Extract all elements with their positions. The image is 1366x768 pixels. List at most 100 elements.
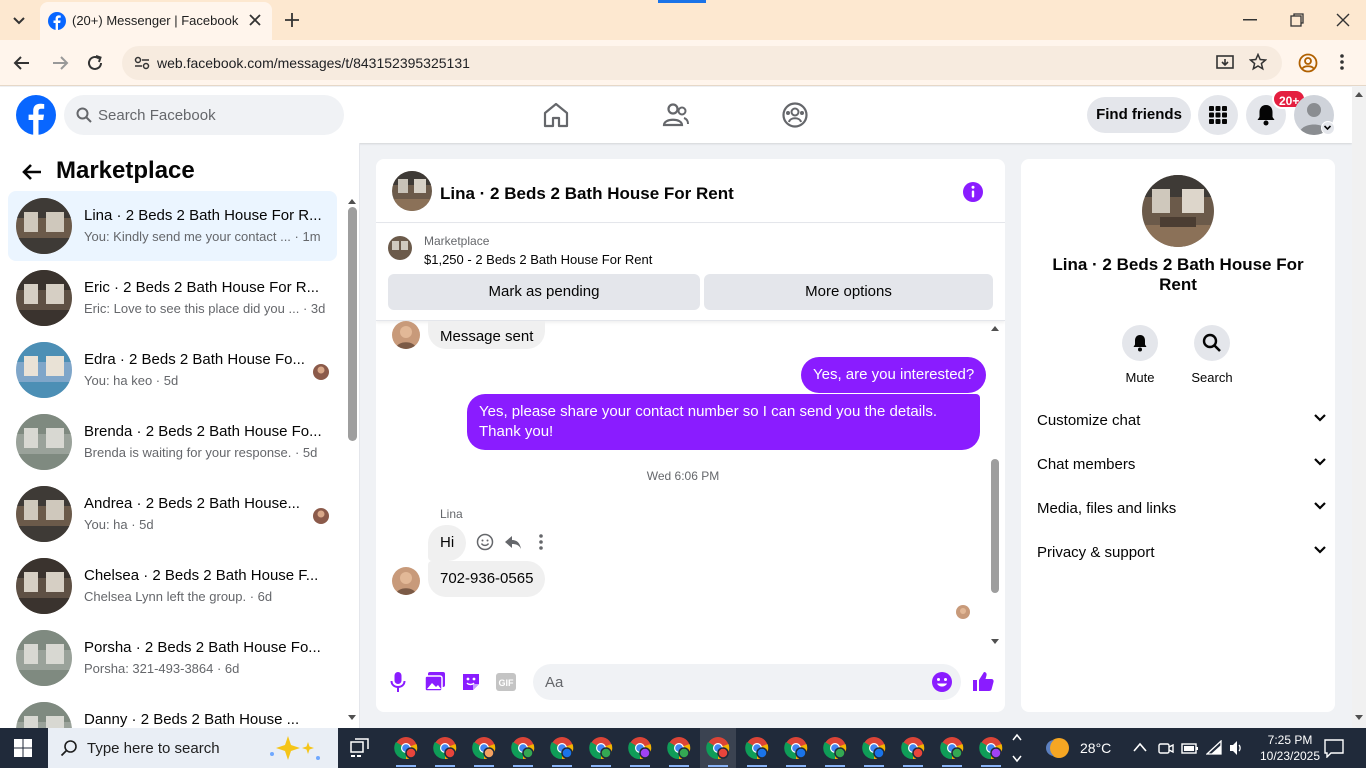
photo-attach-icon[interactable] bbox=[424, 671, 446, 693]
meet-now-icon[interactable] bbox=[1158, 740, 1174, 756]
more-options-button[interactable]: More options bbox=[704, 274, 993, 310]
chrome-app-icon[interactable] bbox=[901, 736, 925, 760]
notification-center-icon[interactable] bbox=[1324, 738, 1344, 758]
chrome-app-icon[interactable] bbox=[589, 736, 613, 760]
chrome-app-icon[interactable] bbox=[667, 736, 691, 760]
thumbs-up-icon[interactable] bbox=[972, 670, 994, 692]
tab-list-icon[interactable] bbox=[10, 12, 28, 28]
url-text[interactable]: web.facebook.com/messages/t/843152395325… bbox=[157, 55, 470, 71]
windows-start-icon[interactable] bbox=[14, 739, 32, 757]
gif-icon[interactable]: GIF bbox=[496, 673, 516, 691]
chat-title[interactable]: Lina · 2 Beds 2 Bath House For Rent bbox=[440, 184, 734, 204]
chrome-app-icon[interactable] bbox=[550, 736, 574, 760]
back-arrow-icon[interactable] bbox=[22, 163, 42, 181]
show-hidden-icons-icon[interactable] bbox=[1133, 742, 1147, 752]
thread-scroll-down-icon[interactable] bbox=[990, 639, 1000, 645]
weather-icon[interactable] bbox=[1046, 736, 1072, 760]
taskbar-search[interactable]: Type here to search bbox=[48, 728, 338, 768]
weather-temperature[interactable]: 28°C bbox=[1080, 740, 1111, 756]
chrome-app-icon[interactable] bbox=[940, 736, 964, 760]
reload-icon[interactable] bbox=[86, 54, 104, 72]
outgoing-message-2[interactable]: Yes, please share your contact number so… bbox=[467, 394, 980, 450]
browser-menu-icon[interactable] bbox=[1340, 53, 1344, 71]
clock[interactable]: 7:25 PM 10/23/2025 bbox=[1258, 732, 1322, 764]
new-tab-icon[interactable] bbox=[284, 12, 300, 28]
scroll-up-arrow-icon[interactable] bbox=[347, 198, 357, 204]
mark-as-pending-button[interactable]: Mark as pending bbox=[388, 274, 700, 310]
volume-icon[interactable] bbox=[1229, 740, 1245, 756]
close-window-icon[interactable] bbox=[1336, 13, 1350, 27]
chrome-app-icon[interactable] bbox=[784, 736, 808, 760]
chrome-app-icon[interactable] bbox=[979, 736, 1003, 760]
sender-avatar[interactable] bbox=[392, 567, 420, 595]
page-scrollbar[interactable] bbox=[1352, 87, 1366, 728]
thread-scrollbar-thumb[interactable] bbox=[991, 459, 999, 593]
forward-icon[interactable] bbox=[51, 54, 69, 72]
address-bar[interactable]: web.facebook.com/messages/t/843152395325… bbox=[122, 46, 1282, 80]
conversation-item[interactable]: Andrea · 2 Beds 2 Bath House... You: ha ·… bbox=[8, 479, 337, 549]
listing-title[interactable]: $1,250 - 2 Beds 2 Bath House For Rent bbox=[424, 252, 652, 267]
task-view-icon[interactable] bbox=[350, 738, 370, 758]
chrome-app-icon[interactable] bbox=[394, 736, 418, 760]
browser-tab-messenger[interactable]: (20+) Messenger | Facebook bbox=[40, 2, 272, 40]
conversation-item[interactable]: Eric · 2 Beds 2 Bath House For R... Eric:… bbox=[8, 263, 337, 333]
chrome-app-icon[interactable] bbox=[433, 736, 457, 760]
message-sent-bubble[interactable]: Message sent bbox=[428, 321, 546, 349]
emoji-picker-icon[interactable] bbox=[931, 671, 953, 693]
sticker-icon[interactable] bbox=[460, 671, 482, 693]
incoming-message-1[interactable]: Hi bbox=[428, 525, 467, 561]
menu-grid-button[interactable] bbox=[1198, 95, 1238, 135]
chrome-app-icon[interactable] bbox=[706, 736, 730, 760]
search-in-chat-button[interactable]: Search bbox=[1182, 325, 1242, 385]
battery-icon[interactable] bbox=[1181, 740, 1199, 756]
find-friends-button[interactable]: Find friends bbox=[1087, 97, 1191, 133]
chrome-app-icon[interactable] bbox=[862, 736, 886, 760]
list-scrollbar-thumb[interactable] bbox=[348, 207, 357, 441]
sender-avatar[interactable] bbox=[392, 321, 420, 349]
site-info-icon[interactable] bbox=[134, 56, 150, 70]
close-tab-icon[interactable] bbox=[248, 13, 262, 27]
react-emoji-icon[interactable] bbox=[476, 533, 494, 551]
facebook-search[interactable] bbox=[64, 95, 344, 135]
minimize-icon[interactable] bbox=[1243, 19, 1257, 21]
reply-icon[interactable] bbox=[504, 533, 522, 551]
chrome-app-icon[interactable] bbox=[472, 736, 496, 760]
bookmark-star-icon[interactable] bbox=[1249, 53, 1267, 71]
conversation-item[interactable]: Porsha · 2 Beds 2 Bath House Fo... Porsha… bbox=[8, 623, 337, 693]
friends-nav-icon[interactable] bbox=[662, 101, 690, 129]
chrome-app-icon[interactable] bbox=[745, 736, 769, 760]
microphone-icon[interactable] bbox=[390, 671, 406, 693]
page-scroll-up-icon[interactable] bbox=[1354, 91, 1364, 97]
more-actions-icon[interactable] bbox=[538, 533, 544, 551]
info-section[interactable]: Customize chat bbox=[1037, 399, 1327, 443]
groups-nav-icon[interactable] bbox=[781, 101, 809, 129]
page-scroll-down-icon[interactable] bbox=[1354, 715, 1364, 721]
outgoing-message-1[interactable]: Yes, are you interested? bbox=[801, 357, 987, 393]
conversation-item[interactable]: Edra · 2 Beds 2 Bath House Fo... You: ha … bbox=[8, 335, 337, 405]
taskbar-overflow-icon[interactable] bbox=[1012, 732, 1022, 764]
install-app-icon[interactable] bbox=[1216, 54, 1234, 72]
message-composer[interactable] bbox=[533, 664, 961, 700]
incoming-message-2[interactable]: 702-936-0565 bbox=[428, 561, 546, 597]
conversation-item[interactable]: Lina · 2 Beds 2 Bath House For R... You: … bbox=[8, 191, 337, 261]
search-input[interactable] bbox=[98, 95, 328, 135]
facebook-logo-icon[interactable] bbox=[16, 95, 56, 135]
chat-avatar[interactable] bbox=[392, 171, 432, 211]
chrome-app-icon[interactable] bbox=[628, 736, 652, 760]
back-icon[interactable] bbox=[13, 54, 31, 72]
conversation-item[interactable]: Brenda · 2 Beds 2 Bath House Fo... Brenda… bbox=[8, 407, 337, 477]
home-nav-icon[interactable] bbox=[542, 101, 570, 129]
conversation-item[interactable]: Danny · 2 Beds 2 Bath House ... bbox=[8, 695, 337, 728]
conversation-info-icon[interactable] bbox=[962, 181, 984, 203]
wifi-icon[interactable] bbox=[1206, 740, 1222, 756]
restore-icon[interactable] bbox=[1290, 13, 1304, 27]
mute-button[interactable]: Mute bbox=[1110, 325, 1170, 385]
account-chevron-icon[interactable] bbox=[1321, 121, 1335, 135]
chrome-app-icon[interactable] bbox=[823, 736, 847, 760]
conversation-item[interactable]: Chelsea · 2 Beds 2 Bath House F... Chelse… bbox=[8, 551, 337, 621]
thread-scroll-up-icon[interactable] bbox=[990, 325, 1000, 331]
listing-thumbnail[interactable] bbox=[388, 236, 412, 260]
profile-photo[interactable] bbox=[1142, 175, 1214, 247]
message-input[interactable] bbox=[545, 664, 925, 700]
info-section[interactable]: Privacy & support bbox=[1037, 531, 1327, 575]
